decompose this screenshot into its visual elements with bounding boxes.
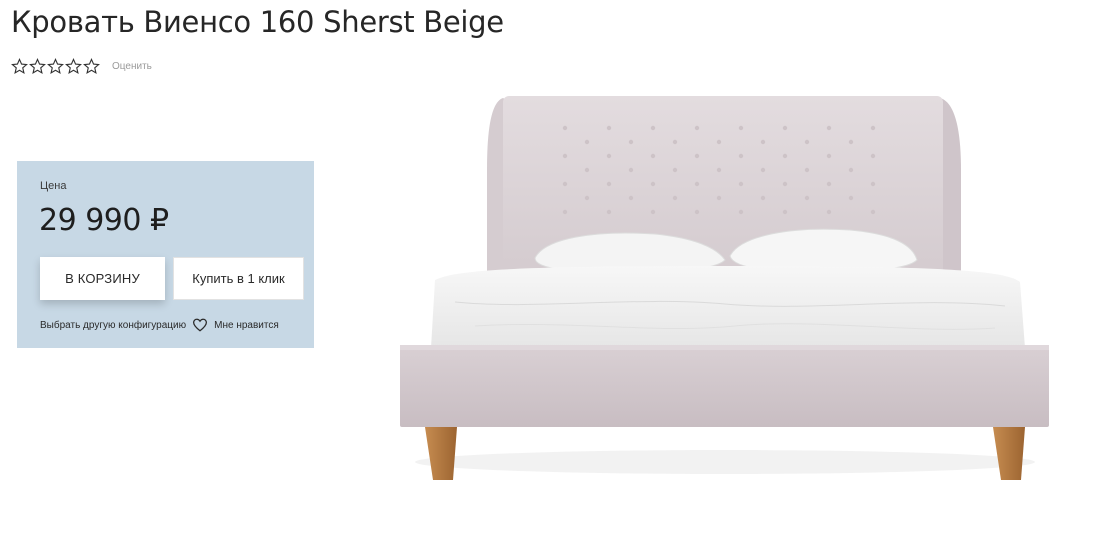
add-to-cart-button[interactable]: В КОРЗИНУ [40, 257, 165, 300]
rating-stars[interactable] [11, 58, 100, 75]
star-icon[interactable] [65, 58, 82, 75]
other-configuration-link[interactable]: Выбрать другую конфигурацию [40, 320, 186, 331]
rating-widget: Оценить [11, 58, 152, 75]
product-title: Кровать Виенсо 160 Sherst Beige [11, 5, 504, 39]
price-value: 29 990 ₽ [39, 203, 169, 238]
star-icon[interactable] [83, 58, 100, 75]
product-image [400, 96, 1049, 480]
star-icon[interactable] [29, 58, 46, 75]
star-icon[interactable] [11, 58, 28, 75]
price-box-footer: Выбрать другую конфигурацию Мне нравится [40, 318, 279, 332]
star-icon[interactable] [47, 58, 64, 75]
price-box: Цена 29 990 ₽ В КОРЗИНУ Купить в 1 клик … [17, 161, 314, 348]
buy-one-click-button[interactable]: Купить в 1 клик [173, 257, 304, 300]
rate-link[interactable]: Оценить [112, 61, 152, 72]
heart-icon[interactable] [192, 318, 208, 332]
favorite-link[interactable]: Мне нравится [214, 320, 279, 331]
price-label: Цена [40, 180, 67, 192]
